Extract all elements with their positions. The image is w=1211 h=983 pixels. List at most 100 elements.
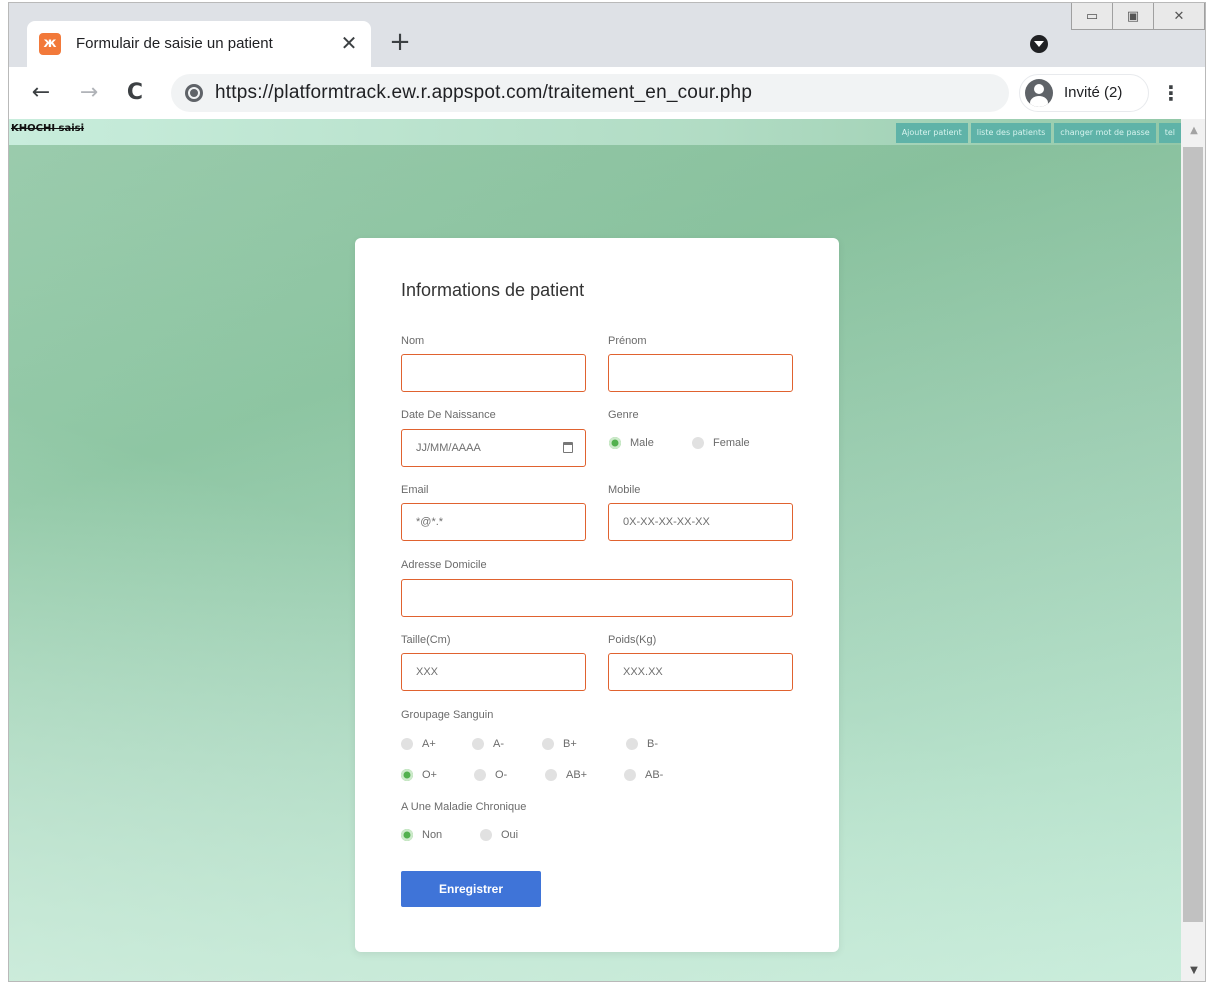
nav-link-changer-mot-de-passe[interactable]: changer mot de passe	[1054, 123, 1156, 143]
nav-link-ajouter-patient[interactable]: Ajouter patient	[895, 123, 968, 143]
radio-unselected-icon[interactable]	[624, 769, 636, 781]
adresse-input[interactable]	[402, 580, 792, 616]
url-text[interactable]: https://platformtrack.ew.r.appspot.com/t…	[215, 82, 752, 104]
enregistrer-button[interactable]: Enregistrer	[401, 871, 541, 907]
forward-button[interactable]: →	[75, 79, 103, 107]
poids-input[interactable]	[609, 654, 792, 690]
xampp-favicon-icon: ж	[39, 33, 61, 55]
new-tab-button[interactable]: +	[385, 27, 415, 57]
taille-input[interactable]	[402, 654, 585, 690]
date-naissance-input[interactable]	[402, 430, 585, 466]
scroll-up-arrow-icon[interactable]: ▲	[1181, 119, 1205, 143]
page-scrollbar[interactable]: ▲ ▼	[1181, 119, 1205, 981]
nav-link-tel[interactable]: tel	[1158, 123, 1181, 143]
genre-label: Genre	[608, 409, 639, 421]
profile-label: Invité (2)	[1064, 84, 1123, 101]
groupage-option-label: B-	[647, 738, 658, 750]
radio-unselected-icon[interactable]	[626, 738, 638, 750]
radio-unselected-icon[interactable]	[692, 437, 704, 449]
adresse-field[interactable]	[401, 579, 793, 617]
radio-selected-icon[interactable]	[401, 769, 413, 781]
radio-unselected-icon[interactable]	[474, 769, 486, 781]
groupage-option-label: A+	[422, 738, 436, 750]
prenom-label: Prénom	[608, 335, 647, 347]
radio-selected-icon[interactable]	[401, 829, 413, 841]
radio-unselected-icon[interactable]	[472, 738, 484, 750]
window-controls: ▭ ▣ ✕	[1071, 3, 1205, 30]
groupage-radio-ab-plus[interactable]: AB+	[545, 769, 587, 781]
prenom-input[interactable]	[609, 355, 792, 391]
email-input[interactable]	[402, 504, 585, 540]
globe-icon	[185, 84, 203, 102]
scroll-down-arrow-icon[interactable]: ▼	[1181, 959, 1205, 981]
genre-option-label: Male	[630, 437, 654, 449]
scrollbar-thumb[interactable]	[1183, 147, 1203, 922]
address-bar[interactable]: https://platformtrack.ew.r.appspot.com/t…	[171, 74, 1009, 112]
radio-unselected-icon[interactable]	[542, 738, 554, 750]
radio-selected-icon[interactable]	[609, 437, 621, 449]
browser-menu-icon[interactable]: ⋮	[1159, 79, 1183, 107]
site-nav: Ajouter patient liste des patients chang…	[893, 123, 1181, 143]
groupage-radio-o-minus[interactable]: O-	[474, 769, 507, 781]
groupage-option-label: O-	[495, 769, 508, 781]
groupage-radio-b-minus[interactable]: B-	[626, 738, 658, 750]
nav-link-liste-patients[interactable]: liste des patients	[970, 123, 1052, 143]
maladie-option-label: Oui	[501, 829, 519, 841]
browser-toolbar: ← → C https://platformtrack.ew.r.appspot…	[9, 67, 1205, 119]
maladie-radio-oui[interactable]: Oui	[480, 829, 518, 841]
mobile-input[interactable]	[609, 504, 792, 540]
nom-field[interactable]	[401, 354, 586, 392]
groupage-option-label: AB+	[566, 769, 588, 781]
close-window-button[interactable]: ✕	[1153, 3, 1205, 30]
nom-label: Nom	[401, 335, 425, 347]
mobile-label: Mobile	[608, 484, 641, 496]
active-tab[interactable]: ж Formulair de saisie un patient ✕	[27, 21, 371, 67]
avatar-icon	[1025, 79, 1053, 107]
email-label: Email	[401, 484, 429, 496]
site-logo[interactable]: KHOCHI saisi	[11, 123, 84, 134]
radio-unselected-icon[interactable]	[480, 829, 492, 841]
poids-label: Poids(Kg)	[608, 634, 657, 646]
date-naissance-label: Date De Naissance	[401, 409, 496, 421]
patient-form-card: Informations de patient Nom Prénom Date …	[355, 238, 839, 952]
adresse-label: Adresse Domicile	[401, 559, 487, 571]
tab-title: Formulair de saisie un patient	[76, 35, 273, 52]
genre-option-label: Female	[713, 437, 750, 449]
date-naissance-field[interactable]	[401, 429, 586, 467]
groupage-radio-o-plus[interactable]: O+	[401, 769, 437, 781]
radio-unselected-icon[interactable]	[401, 738, 413, 750]
taille-field[interactable]	[401, 653, 586, 691]
groupage-radio-b-plus[interactable]: B+	[542, 738, 577, 750]
profile-button[interactable]: Invité (2)	[1019, 74, 1149, 112]
reload-button[interactable]: C	[121, 79, 149, 107]
site-header: KHOCHI saisi Ajouter patient liste des p…	[9, 119, 1181, 145]
groupage-radio-a-plus[interactable]: A+	[401, 738, 436, 750]
form-title: Informations de patient	[401, 280, 585, 300]
email-field[interactable]	[401, 503, 586, 541]
restore-button[interactable]: ▣	[1112, 3, 1154, 30]
groupage-label: Groupage Sanguin	[401, 709, 494, 721]
minimize-button[interactable]: ▭	[1071, 3, 1113, 30]
groupage-option-label: AB-	[645, 769, 664, 781]
genre-radio-female[interactable]: Female	[692, 437, 750, 449]
maladie-option-label: Non	[422, 829, 443, 841]
nom-input[interactable]	[402, 355, 585, 391]
tab-strip: ж Formulair de saisie un patient ✕ + ▭ ▣…	[9, 3, 1205, 67]
back-button[interactable]: ←	[27, 79, 55, 107]
taille-label: Taille(Cm)	[401, 634, 451, 646]
groupage-radio-a-minus[interactable]: A-	[472, 738, 504, 750]
tab-close-icon[interactable]: ✕	[336, 30, 362, 56]
maladie-radio-non[interactable]: Non	[401, 829, 442, 841]
mobile-field[interactable]	[608, 503, 793, 541]
radio-unselected-icon[interactable]	[545, 769, 557, 781]
poids-field[interactable]	[608, 653, 793, 691]
groupage-option-label: B+	[563, 738, 577, 750]
genre-radio-male[interactable]: Male	[609, 437, 654, 449]
browser-window: ж Formulair de saisie un patient ✕ + ▭ ▣…	[8, 2, 1206, 982]
prenom-field[interactable]	[608, 354, 793, 392]
calendar-icon[interactable]	[563, 442, 573, 453]
groupage-option-label: A-	[493, 738, 504, 750]
groupage-option-label: O+	[422, 769, 437, 781]
groupage-radio-ab-minus[interactable]: AB-	[624, 769, 663, 781]
tab-search-icon[interactable]	[1030, 35, 1048, 53]
